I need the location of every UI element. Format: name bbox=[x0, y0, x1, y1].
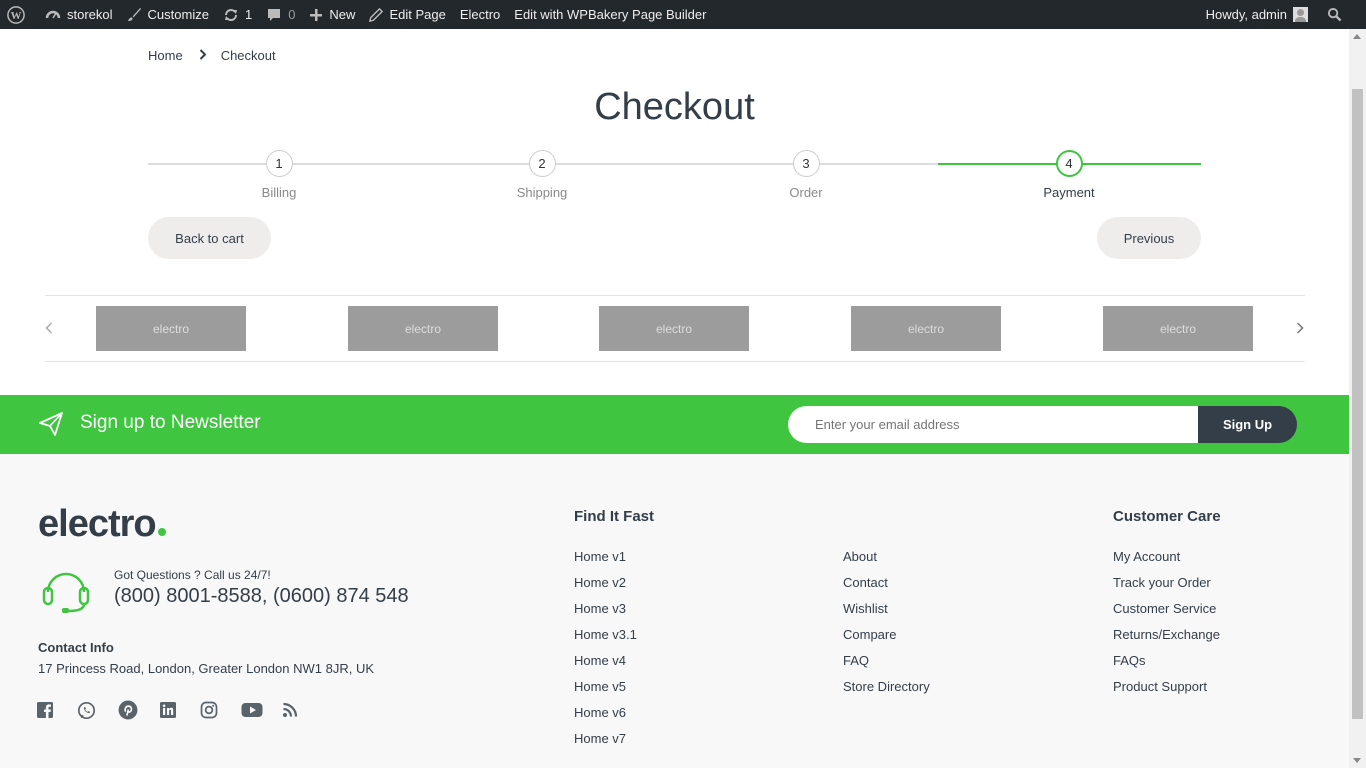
wpbakery-link[interactable]: Edit with WPBakery Page Builder bbox=[507, 0, 713, 29]
step-number: 2 bbox=[528, 150, 556, 177]
footer: electro Got Questions ? Call us 24/7! (8… bbox=[0, 454, 1349, 768]
account-menu[interactable]: Howdy, admin bbox=[1199, 0, 1320, 29]
footer-link[interactable]: Home v7 bbox=[574, 731, 637, 757]
step-label: Order bbox=[789, 185, 823, 200]
logo-dot bbox=[157, 528, 166, 536]
youtube-icon[interactable] bbox=[241, 700, 282, 720]
footer-link[interactable]: Home v5 bbox=[574, 679, 637, 705]
footer-link[interactable]: FAQs bbox=[1113, 653, 1220, 679]
step-billing[interactable]: 1 Billing bbox=[219, 150, 339, 200]
footer-link[interactable]: Home v4 bbox=[574, 653, 637, 679]
step-order[interactable]: 3 Order bbox=[746, 150, 866, 200]
support-caption: Got Questions ? Call us 24/7! bbox=[114, 568, 271, 582]
footer-link[interactable]: Contact bbox=[843, 575, 930, 601]
paintbrush-icon bbox=[127, 7, 141, 22]
step-label: Shipping bbox=[516, 185, 568, 200]
edit-page-link[interactable]: Edit Page bbox=[362, 0, 452, 29]
site-name: storekol bbox=[67, 7, 113, 22]
find-it-fast-heading: Find It Fast bbox=[574, 508, 654, 525]
step-label: Payment bbox=[1043, 185, 1095, 200]
electro-link[interactable]: Electro bbox=[453, 0, 507, 29]
breadcrumb-current: Checkout bbox=[220, 48, 276, 63]
page-scrollbar[interactable] bbox=[1349, 29, 1366, 768]
find-it-fast-column-2: About Contact Wishlist Compare FAQ Store… bbox=[843, 549, 930, 705]
brand-logo[interactable]: electro bbox=[348, 306, 498, 351]
headset-icon bbox=[40, 568, 92, 619]
footer-link[interactable]: Customer Service bbox=[1113, 601, 1220, 627]
instagram-icon[interactable] bbox=[200, 700, 241, 720]
whatsapp-icon[interactable] bbox=[77, 700, 118, 720]
contact-address: 17 Princess Road, London, Greater London… bbox=[38, 661, 375, 676]
admin-search-icon[interactable] bbox=[1320, 0, 1366, 29]
new-content-link[interactable]: New bbox=[302, 0, 362, 29]
comments-link[interactable]: 0 bbox=[259, 0, 302, 29]
site-name-link[interactable]: storekol bbox=[38, 0, 120, 29]
customize-link[interactable]: Customize bbox=[120, 0, 216, 29]
pencil-icon bbox=[369, 7, 384, 22]
newsletter-signup-button[interactable]: Sign Up bbox=[1198, 406, 1297, 443]
svg-text:W: W bbox=[11, 10, 22, 22]
brand-logo[interactable]: electro bbox=[96, 306, 246, 351]
updates-icon bbox=[224, 8, 237, 21]
comment-icon bbox=[268, 8, 281, 21]
scroll-thumb[interactable] bbox=[1352, 89, 1363, 719]
contact-heading: Contact Info bbox=[38, 640, 114, 655]
support-phone: (800) 8001-8588, (0600) 874 548 bbox=[114, 585, 409, 607]
facebook-icon[interactable] bbox=[36, 700, 77, 720]
footer-link[interactable]: Home v3.1 bbox=[574, 627, 637, 653]
footer-logo[interactable]: electro bbox=[38, 503, 166, 546]
carousel-next-icon[interactable] bbox=[1296, 321, 1304, 339]
brands-carousel: electro electro electro electro electro bbox=[45, 295, 1305, 362]
footer-link[interactable]: Home v3 bbox=[574, 601, 637, 627]
carousel-prev-icon[interactable] bbox=[45, 321, 53, 339]
avatar bbox=[1293, 7, 1308, 22]
customer-care-heading: Customer Care bbox=[1113, 508, 1221, 525]
footer-link[interactable]: Returns/Exchange bbox=[1113, 627, 1220, 653]
footer-link[interactable]: Home v1 bbox=[574, 549, 637, 575]
footer-link[interactable]: Compare bbox=[843, 627, 930, 653]
page-title: Checkout bbox=[594, 86, 755, 128]
brand-logo[interactable]: electro bbox=[1103, 306, 1253, 351]
footer-link[interactable]: Store Directory bbox=[843, 679, 930, 705]
step-number: 3 bbox=[792, 150, 820, 177]
footer-link[interactable]: Home v2 bbox=[574, 575, 637, 601]
footer-link[interactable]: My Account bbox=[1113, 549, 1220, 575]
step-shipping[interactable]: 2 Shipping bbox=[482, 150, 602, 200]
pinterest-icon[interactable] bbox=[118, 700, 159, 720]
newsletter-email-input[interactable] bbox=[788, 406, 1208, 443]
plus-icon bbox=[310, 8, 323, 21]
customer-care-links: My Account Track your Order Customer Ser… bbox=[1113, 549, 1220, 705]
scroll-up-arrow-icon[interactable] bbox=[1353, 34, 1361, 39]
wordpress-logo-icon[interactable]: W bbox=[0, 0, 38, 29]
rss-icon[interactable] bbox=[282, 700, 323, 720]
paper-plane-icon bbox=[38, 411, 64, 442]
scroll-down-arrow-icon[interactable] bbox=[1353, 758, 1361, 763]
linkedin-icon[interactable] bbox=[159, 700, 200, 720]
step-number: 4 bbox=[1055, 150, 1083, 177]
chevron-right-icon bbox=[199, 48, 207, 63]
brand-logo[interactable]: electro bbox=[599, 306, 749, 351]
checkout-steps: 1 Billing 2 Shipping 3 Order 4 Payment bbox=[148, 150, 1201, 210]
step-label: Billing bbox=[261, 185, 297, 200]
footer-link[interactable]: About bbox=[843, 549, 930, 575]
newsletter-title: Sign up to Newsletter bbox=[80, 412, 261, 433]
footer-link[interactable]: Track your Order bbox=[1113, 575, 1220, 601]
social-links bbox=[36, 700, 323, 720]
footer-link[interactable]: FAQ bbox=[843, 653, 930, 679]
find-it-fast-column-1: Home v1 Home v2 Home v3 Home v3.1 Home v… bbox=[574, 549, 637, 757]
dashboard-icon bbox=[45, 10, 61, 18]
footer-link[interactable]: Wishlist bbox=[843, 601, 930, 627]
breadcrumb: Home Checkout bbox=[148, 48, 276, 63]
newsletter-bar: Sign up to Newsletter Sign Up bbox=[0, 395, 1349, 454]
back-to-cart-button[interactable]: Back to cart bbox=[148, 217, 271, 259]
previous-button[interactable]: Previous bbox=[1097, 217, 1201, 259]
footer-link[interactable]: Home v6 bbox=[574, 705, 637, 731]
step-payment[interactable]: 4 Payment bbox=[1009, 150, 1129, 200]
step-number: 1 bbox=[265, 150, 293, 177]
breadcrumb-home[interactable]: Home bbox=[148, 48, 183, 63]
updates-link[interactable]: 1 bbox=[216, 0, 259, 29]
brand-logo[interactable]: electro bbox=[851, 306, 1001, 351]
admin-bar: W storekol Customize 1 0 New Edit Page E… bbox=[0, 0, 1366, 29]
footer-link[interactable]: Product Support bbox=[1113, 679, 1220, 705]
